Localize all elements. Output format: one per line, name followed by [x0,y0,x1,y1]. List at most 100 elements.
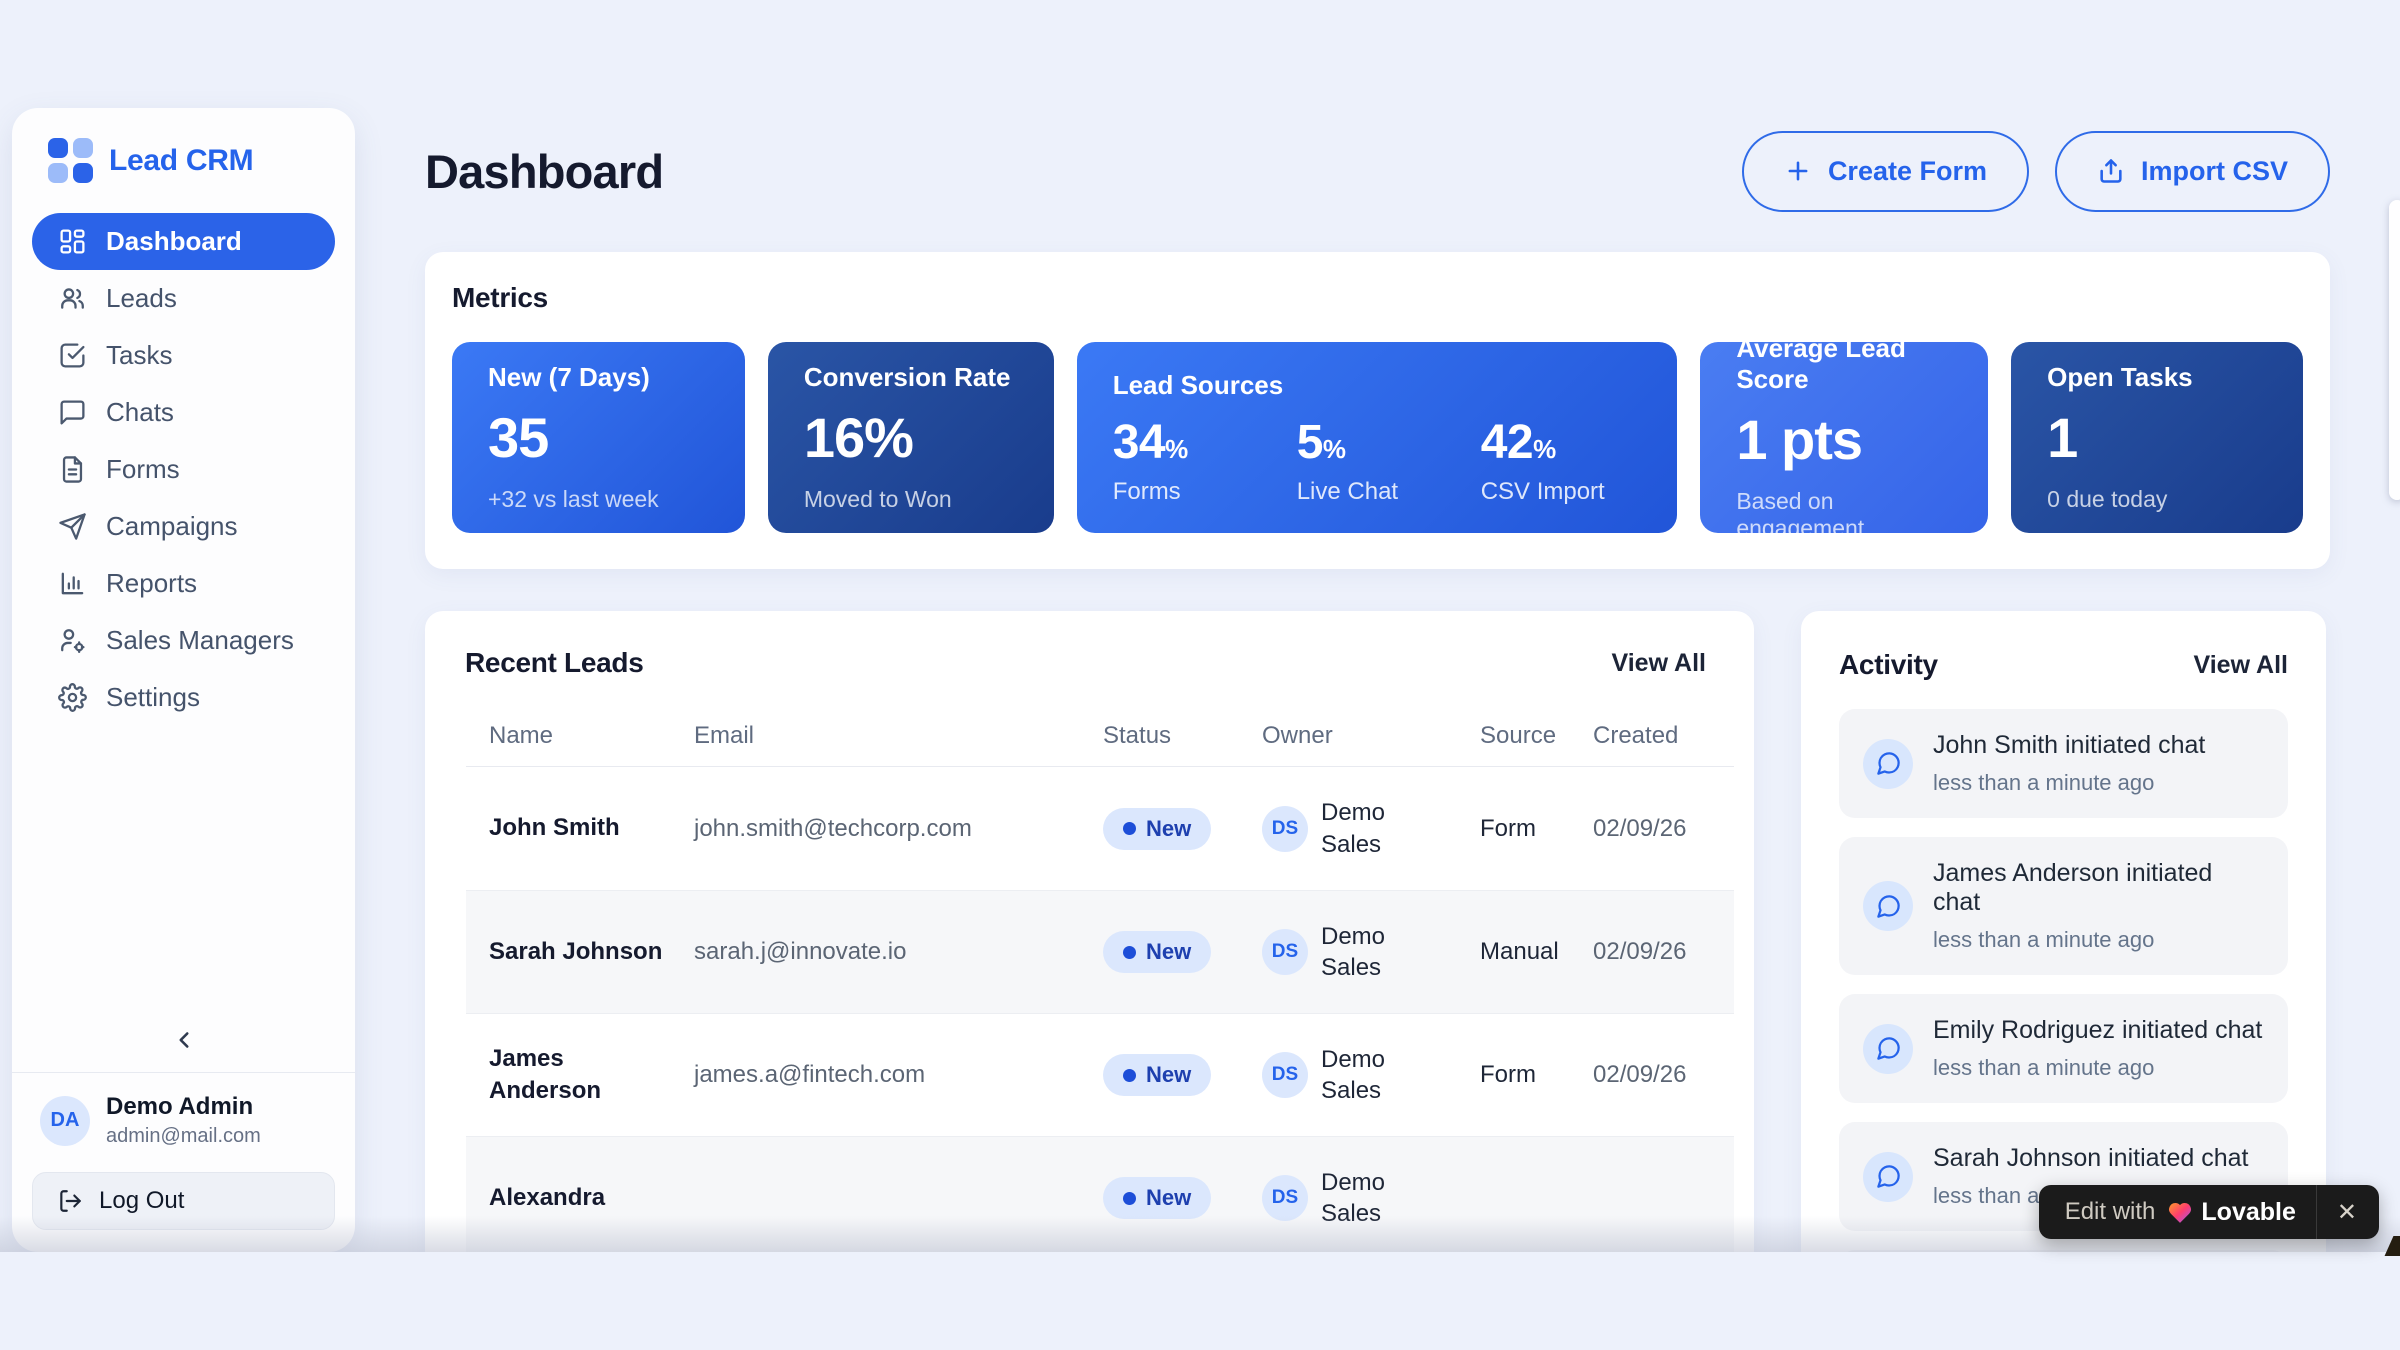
column-header-name: Name [489,722,694,750]
badge-brand: Lovable [2167,1198,2295,1227]
recent-leads-title: Recent Leads [465,647,643,679]
activity-list: John Smith initiated chat less than a mi… [1839,709,2288,1252]
scrollbar-thumb[interactable] [2389,200,2400,500]
sidebar-item-chats[interactable]: Chats [32,384,335,441]
column-header-source: Source [1480,722,1593,750]
edit-with-lovable-badge[interactable]: Edit with Lovable ✕ [2039,1185,2379,1239]
sidebar-item-reports[interactable]: Reports [32,555,335,612]
sidebar-item-dashboard[interactable]: Dashboard [32,213,335,270]
table-row[interactable]: James Anderson james.a@fintech.com New D… [466,1013,1734,1136]
chat-bubble-icon [1863,739,1913,789]
close-icon[interactable]: ✕ [2323,1198,2371,1227]
list-item[interactable]: Emily Rodriguez initiated chat less than… [1839,994,2288,1103]
lead-name: Sarah Johnson [489,936,694,968]
table-row[interactable]: John Smith john.smith@techcorp.com New D… [466,767,1734,890]
chat-bubble-icon [1863,1024,1913,1074]
metric-card-average-lead-score: Average Lead Score 1 pts Based on engage… [1700,342,1988,533]
brand-name: Lead CRM [109,144,253,178]
table-row[interactable]: Alexandra New DS Demo Sales [466,1136,1734,1252]
lead-source-stat-forms: 34% Forms [1113,415,1297,506]
activity-time: less than a minute ago [1933,1055,2262,1081]
leads-table: Name Email Status Owner Source Created J… [466,705,1734,1252]
status-dot-icon [1123,1192,1136,1205]
lead-email: john.smith@techcorp.com [694,815,1103,843]
list-item[interactable]: James Anderson initiated chat less than … [1839,837,2288,975]
metric-card-open-tasks: Open Tasks 1 0 due today [2011,342,2303,533]
stat-unit: % [1165,434,1188,464]
sidebar-item-settings[interactable]: Settings [32,669,335,726]
activity-text: Emily Rodriguez initiated chat [1933,1016,2262,1045]
stat-value: 42 [1481,416,1533,469]
main-content: Dashboard Create Form Import CSV Metrics… [425,130,2330,1252]
sidebar-item-label: Forms [106,454,180,485]
list-item[interactable] [1839,1250,2288,1252]
lead-source: Manual [1480,938,1593,966]
sidebar-item-label: Settings [106,682,200,713]
sidebar-item-label: Campaigns [106,511,238,542]
user-name: Demo Admin [106,1093,261,1121]
status-dot-icon [1123,946,1136,959]
message-square-icon [58,398,87,427]
stat-unit: % [1323,434,1346,464]
table-row[interactable]: Sarah Johnson sarah.j@innovate.io New DS… [466,890,1734,1013]
list-item[interactable]: John Smith initiated chat less than a mi… [1839,709,2288,818]
owner-avatar: DS [1262,929,1308,975]
logout-button[interactable]: Log Out [32,1172,335,1230]
metric-value: 35 [488,405,709,470]
sidebar-item-leads[interactable]: Leads [32,270,335,327]
column-header-status: Status [1103,722,1262,750]
activity-text: John Smith initiated chat [1933,731,2205,760]
activity-time: less than a minute ago [1933,927,2264,953]
stat-value: 34 [1113,416,1165,469]
metric-card-new-7-days: New (7 Days) 35 +32 vs last week [452,342,745,533]
lead-name: Alexandra [489,1182,694,1214]
sidebar-item-label: Leads [106,283,177,314]
lead-owner: DS Demo Sales [1262,1044,1480,1106]
lead-source-stat-live-chat: 5% Live Chat [1297,415,1481,506]
lead-name: John Smith [489,812,694,844]
stat-label: CSV Import [1481,478,1605,506]
owner-avatar: DS [1262,1052,1308,1098]
lead-created: 02/09/26 [1593,815,1734,843]
brand-logo-icon [48,138,93,183]
metric-subtext: Based on engagement [1736,488,1952,542]
activity-time: less than a minute ago [1933,770,2205,796]
dashboard-grid-icon [58,227,87,256]
sidebar-collapse-button[interactable] [32,1018,335,1062]
create-form-button[interactable]: Create Form [1742,131,2029,212]
file-text-icon [58,455,87,484]
lead-source: Form [1480,815,1593,843]
sidebar-item-campaigns[interactable]: Campaigns [32,498,335,555]
import-csv-button[interactable]: Import CSV [2055,131,2330,212]
app-viewport: Lead CRM Dashboard Leads Tasks Chats For… [0,0,2400,1252]
sidebar-divider [12,1072,355,1073]
status-badge: New [1103,1177,1211,1219]
metric-subtext: +32 vs last week [488,486,709,513]
metrics-panel: Metrics New (7 Days) 35 +32 vs last week… [425,252,2330,569]
metric-label: New (7 Days) [488,362,709,393]
sidebar: Lead CRM Dashboard Leads Tasks Chats For… [12,108,355,1252]
sidebar-item-tasks[interactable]: Tasks [32,327,335,384]
recent-leads-view-all-link[interactable]: View All [1612,649,1706,678]
upload-icon [2097,157,2125,185]
gear-icon [58,683,87,712]
metric-cards: New (7 Days) 35 +32 vs last week Convers… [452,342,2303,533]
badge-divider [2316,1185,2317,1239]
badge-prefix: Edit with [2065,1198,2156,1226]
lead-source-stat-csv-import: 42% CSV Import [1481,415,1605,506]
user-avatar: DA [40,1096,90,1146]
metric-subtext: 0 due today [2047,486,2267,513]
sidebar-item-forms[interactable]: Forms [32,441,335,498]
leads-table-header: Name Email Status Owner Source Created [466,705,1734,767]
metric-value: 1 pts [1736,407,1952,472]
activity-title: Activity [1839,649,1938,681]
stat-value: 5 [1297,416,1323,469]
stat-label: Live Chat [1297,478,1481,506]
lead-email: james.a@fintech.com [694,1061,1103,1089]
logout-label: Log Out [99,1187,184,1215]
sidebar-item-sales-managers[interactable]: Sales Managers [32,612,335,669]
activity-view-all-link[interactable]: View All [2194,651,2288,680]
column-header-created: Created [1593,722,1734,750]
stat-unit: % [1533,434,1556,464]
import-csv-label: Import CSV [2141,156,2288,187]
